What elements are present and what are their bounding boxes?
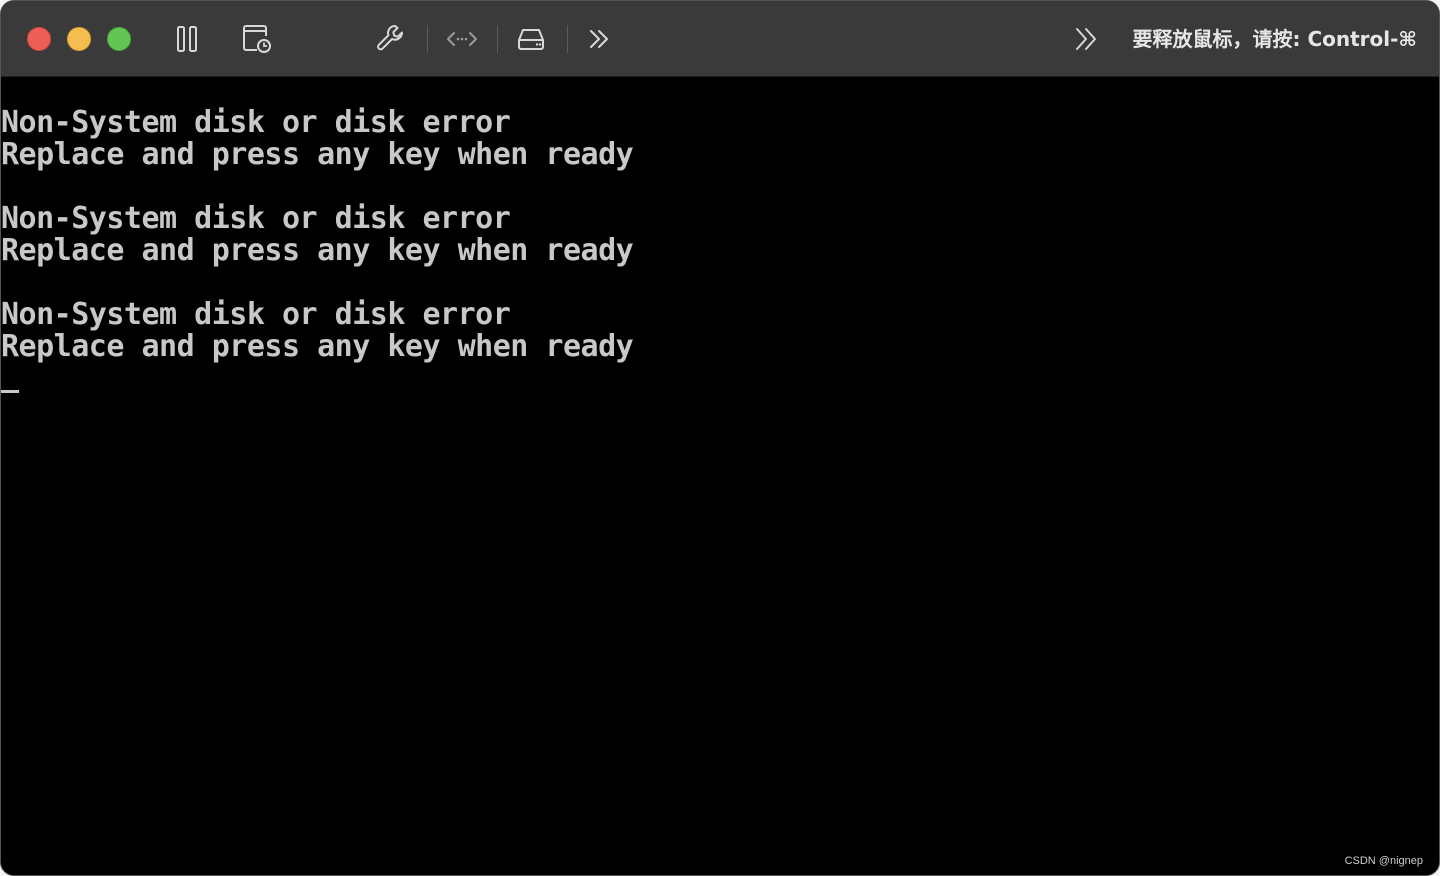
pause-icon[interactable] [169,21,205,57]
console-line: Non-System disk or disk error [1,201,511,236]
console-line: Non-System disk or disk error [1,297,511,332]
vm-window: 要释放鼠标，请按: Control-⌘ Non-System disk or d… [0,0,1440,876]
code-icon[interactable] [444,21,480,57]
titlebar: 要释放鼠标，请按: Control-⌘ [1,1,1439,77]
text-cursor [1,390,19,393]
close-button[interactable] [27,27,51,51]
console-line: Replace and press any key when ready [1,329,634,364]
wrench-icon[interactable] [373,21,409,57]
toolbar-divider [427,25,428,53]
toolbar-divider [497,25,498,53]
snapshot-icon[interactable] [239,21,275,57]
watermark: CSDN @nignep [1344,855,1423,867]
release-mouse-hint: 要释放鼠标，请按: Control-⌘ [1132,27,1418,51]
zoom-button[interactable] [107,27,131,51]
console-line: Replace and press any key when ready [1,137,634,172]
console-line: Replace and press any key when ready [1,233,634,268]
vm-screen[interactable]: Non-System disk or disk error Replace an… [1,77,1439,875]
minimize-button[interactable] [67,27,91,51]
chevron-right-icon[interactable] [1067,21,1103,57]
drive-icon[interactable] [513,21,549,57]
forward-icon[interactable] [581,21,617,57]
toolbar-divider [567,25,568,53]
console-line: Non-System disk or disk error [1,105,511,140]
